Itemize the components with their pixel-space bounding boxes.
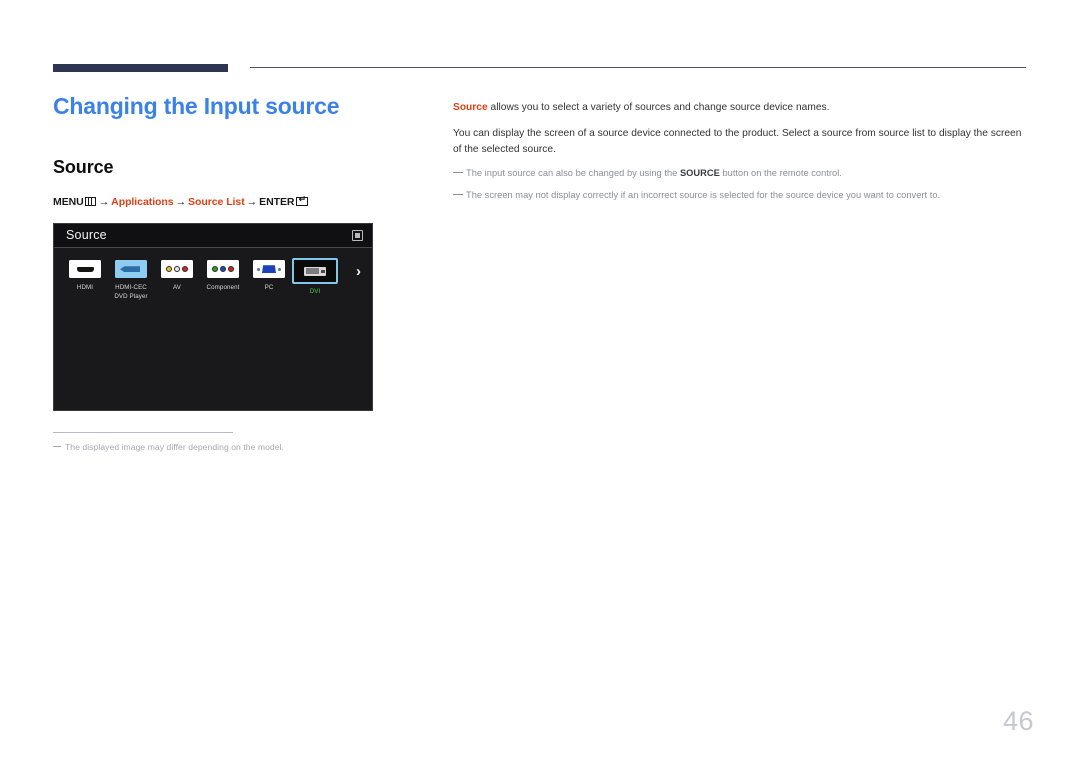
source-menu-screenshot: Source HDMI HDMI-CEC DVD Player AV Compo… [53, 223, 373, 412]
header-rule-thin [250, 67, 1026, 68]
right-column: Source allows you to select a variety of… [453, 100, 1028, 211]
source-label-line2: DVD Player [114, 292, 148, 300]
menu-path-breadcrumb: MENU → Applications → Source List → ENTER [53, 195, 413, 209]
left-footnote: The displayed image may differ depending… [53, 442, 383, 452]
hdmi-port-icon [69, 260, 101, 279]
source-panel-title: Source [66, 228, 107, 243]
left-column: Changing the Input source Source MENU → Ap… [53, 93, 413, 412]
source-thumb-frame [202, 258, 244, 280]
note-2: The screen may not display correctly if … [453, 189, 1028, 203]
intro-paragraph: Source allows you to select a variety of… [453, 100, 1028, 116]
dvi-port-icon [304, 266, 326, 276]
footnote-divider [53, 432, 233, 433]
menu-path-menu-label: MENU [53, 196, 84, 209]
menu-path-arrow-1: → [98, 196, 110, 209]
intro-paragraph-rest: allows you to select a variety of source… [487, 102, 830, 113]
left-footnote-block: The displayed image may differ depending… [53, 432, 383, 452]
hdmi-cec-dvd-icon [115, 260, 147, 279]
source-panel-header: Source [54, 224, 372, 249]
source-label-pc: PC [264, 284, 274, 292]
av-composite-icon [161, 260, 193, 279]
header-rule [53, 64, 1026, 74]
note-2-text: The screen may not display correctly if … [466, 190, 941, 201]
source-thumb-frame [248, 258, 290, 280]
source-label-dvi: DVI [309, 288, 321, 296]
source-item-pc[interactable]: PC [246, 258, 292, 292]
component-video-icon [207, 260, 239, 279]
source-item-hdmi[interactable]: HDMI [62, 258, 108, 292]
note-dash-icon [453, 172, 463, 174]
menu-path-arrow-2: → [175, 196, 187, 209]
return-exit-icon[interactable] [352, 230, 363, 242]
source-label-hdmi: HDMI [76, 284, 94, 292]
note-1-source-button: SOURCE [679, 168, 720, 179]
enter-key-icon [296, 195, 309, 207]
source-label-av: AV [173, 284, 181, 292]
source-thumb-frame [64, 258, 106, 280]
note-1: The input source can also be changed by … [453, 167, 1028, 181]
source-label-hdmi-cec: HDMI-CEC DVD Player [108, 284, 154, 301]
menu-path-enter-label: ENTER [259, 196, 295, 209]
section-title: Source [53, 157, 114, 178]
source-label-component: Component [206, 284, 240, 292]
menu-path-item-source-list: Source List [188, 196, 245, 209]
menu-path-item-applications: Applications [111, 196, 174, 209]
page-number: 46 [1002, 706, 1034, 736]
menu-path-arrow-3: → [246, 196, 258, 209]
source-label-line1: HDMI-CEC [115, 284, 147, 292]
note-1-text-part2: button on the remote control. [719, 168, 842, 179]
source-item-component[interactable]: Component [200, 258, 246, 292]
note-1-text-part1: The input source can also be changed by … [466, 168, 680, 179]
source-item-dvi[interactable]: DVI [292, 258, 338, 296]
vga-pc-icon [253, 260, 285, 279]
page-title: Changing the Input source [53, 93, 340, 119]
source-thumb-frame [110, 258, 152, 280]
note-dash-icon [453, 194, 463, 196]
chevron-right-icon[interactable]: › [356, 264, 361, 279]
left-footnote-text: The displayed image may differ depending… [65, 442, 284, 452]
source-panel-body: HDMI HDMI-CEC DVD Player AV Component PC… [54, 248, 372, 411]
source-item-av[interactable]: AV [154, 258, 200, 292]
source-item-hdmi-cec[interactable]: HDMI-CEC DVD Player [108, 258, 154, 301]
footnote-dash-icon [53, 446, 61, 447]
source-keyword: Source [453, 102, 488, 113]
header-rule-thick [53, 64, 228, 72]
source-thumb-frame [156, 258, 198, 280]
menu-grid-icon [84, 197, 96, 207]
document-page: Changing the Input source Source MENU → Ap… [0, 0, 1080, 763]
description-paragraph: You can display the screen of a source d… [453, 127, 1022, 155]
source-thumb-frame-selected [292, 258, 338, 285]
source-list: HDMI HDMI-CEC DVD Player AV Component PC… [62, 258, 338, 301]
